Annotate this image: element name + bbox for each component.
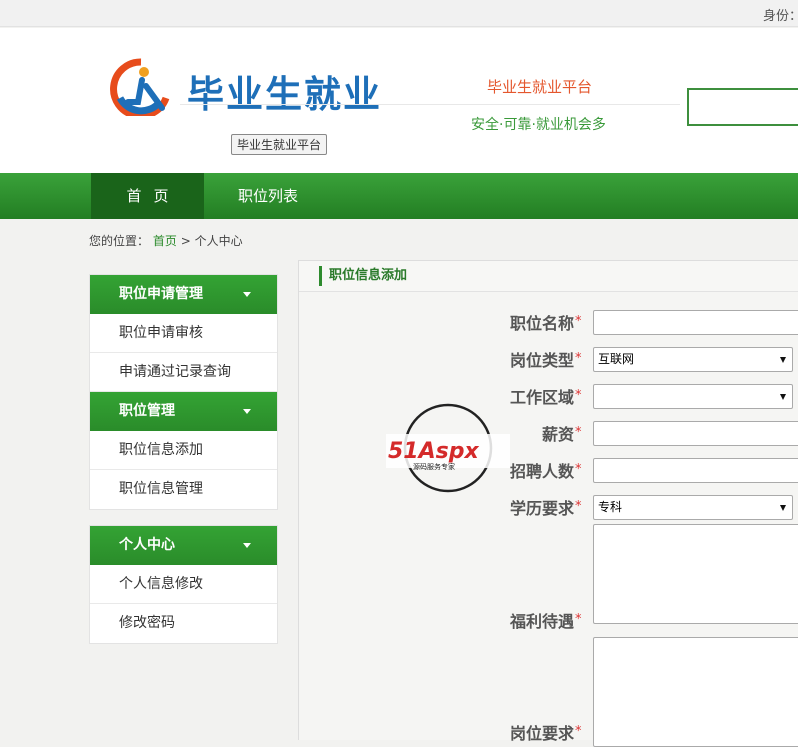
required-mark: * (575, 388, 582, 403)
main-panel: 职位信息添加 职位名称 * 岗位类型 * 互联网 工作区域 * 薪资 * 招聘人… (298, 260, 798, 747)
headcount-label: 招聘人数 (509, 462, 574, 481)
sidebar-item-job-add[interactable]: 职位信息添加 (90, 431, 277, 470)
caret-down-icon (243, 292, 251, 297)
dropdown-arrow-icon (780, 357, 786, 363)
sidebar-item-approved-records[interactable]: 申请通过记录查询 (90, 353, 277, 392)
sidebar-item-application-review[interactable]: 职位申请审核 (90, 314, 277, 353)
sidebar-item-change-password[interactable]: 修改密码 (90, 604, 277, 643)
header: 毕业生就业 毕业生就业平台 毕业生就业平台 安全·可靠·就业机会多 (0, 28, 798, 173)
sidebar-group-label: 个人中心 (119, 537, 175, 553)
work-area-label: 工作区域 (509, 388, 574, 407)
headcount-input[interactable] (593, 458, 798, 483)
breadcrumb-prefix: 您的位置： (89, 234, 150, 248)
education-value: 专科 (598, 500, 623, 514)
required-mark: * (575, 612, 582, 627)
job-type-value: 互联网 (598, 352, 635, 366)
required-mark: * (575, 462, 582, 477)
site-logo-icon (110, 58, 170, 116)
search-input[interactable] (687, 88, 798, 126)
sidebar-item-job-manage[interactable]: 职位信息管理 (90, 470, 277, 509)
watermark-brand: 51Aspx (388, 439, 479, 464)
site-title: 毕业生就业 (187, 73, 382, 116)
watermark-tagline: 源码服务专家 (413, 462, 455, 471)
watermark-logo: 51Aspx 源码服务专家 (386, 403, 510, 493)
required-mark: * (575, 425, 582, 440)
benefits-textarea[interactable] (593, 524, 798, 624)
caret-down-icon (243, 543, 251, 548)
required-mark: * (575, 351, 582, 366)
salary-input[interactable] (593, 421, 798, 446)
job-type-select[interactable]: 互联网 (593, 347, 793, 372)
panel-title: 职位信息添加 (319, 266, 407, 286)
work-area-select[interactable] (593, 384, 793, 409)
required-mark: * (575, 499, 582, 514)
title-divider (180, 104, 680, 105)
breadcrumb: 您的位置： 首页 > 个人中心 (89, 232, 243, 249)
job-name-label: 职位名称 (509, 314, 574, 333)
main-nav: 首页 职位列表 (0, 173, 798, 219)
benefits-label: 福利待遇 (509, 612, 574, 631)
salary-label: 薪资 (541, 425, 574, 444)
breadcrumb-current: 个人中心 (194, 234, 243, 248)
requirements-textarea[interactable] (593, 637, 798, 747)
sidebar-group-label: 职位管理 (119, 403, 175, 419)
job-type-label: 岗位类型 (509, 351, 574, 370)
sidebar-item-profile-edit[interactable]: 个人信息修改 (90, 565, 277, 604)
identity-label: 身份： (762, 9, 798, 24)
dropdown-arrow-icon (780, 394, 786, 400)
sidebar-group-personal-center[interactable]: 个人中心 (90, 526, 277, 565)
sidebar-group-job-management[interactable]: 职位管理 (90, 392, 277, 431)
required-mark: * (575, 314, 582, 329)
sidebar-group-label: 职位申请管理 (119, 286, 203, 302)
nav-tab-home[interactable]: 首页 (91, 173, 204, 219)
requirements-label: 岗位要求 (509, 724, 574, 743)
breadcrumb-home-link[interactable]: 首页 (153, 234, 177, 248)
sidebar-group-job-application[interactable]: 职位申请管理 (90, 275, 277, 314)
slogan: 安全·可靠·就业机会多 (471, 117, 606, 133)
top-bar: 身份： (0, 0, 798, 27)
site-badge[interactable]: 毕业生就业平台 (231, 134, 328, 155)
sidebar-menu-lower: 个人中心 个人信息修改 修改密码 (89, 525, 278, 644)
job-name-input[interactable] (593, 310, 798, 335)
education-label: 学历要求 (509, 499, 574, 518)
nav-tab-job-list[interactable]: 职位列表 (204, 173, 332, 219)
platform-name: 毕业生就业平台 (487, 78, 593, 96)
required-mark: * (575, 724, 582, 739)
panel-header: 职位信息添加 (299, 261, 798, 292)
sidebar-menu-upper: 职位申请管理 职位申请审核 申请通过记录查询 职位管理 职位信息添加 职位信息管… (89, 274, 278, 510)
breadcrumb-separator: > (180, 234, 191, 248)
dropdown-arrow-icon (780, 505, 786, 511)
caret-down-icon (243, 409, 251, 414)
education-select[interactable]: 专科 (593, 495, 793, 520)
